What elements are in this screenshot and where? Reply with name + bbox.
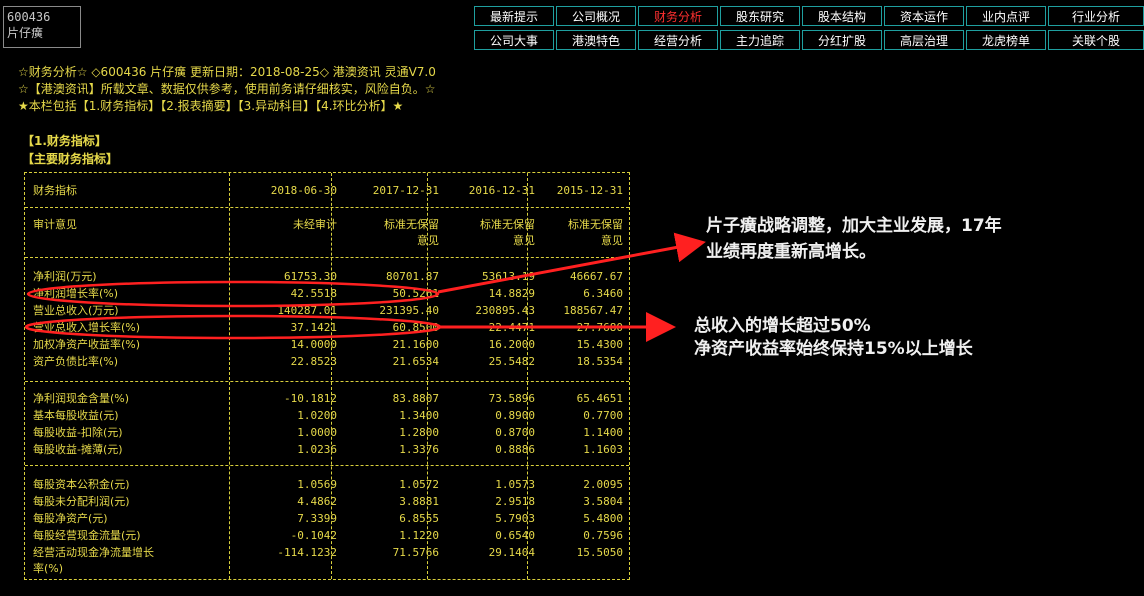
highlight-oval-revenue-growth xyxy=(24,314,442,340)
annotation-strategy-line-1: 片子癀战略调整，加大主业发展，17年 xyxy=(706,216,1002,236)
annotation-revenue-line-1: 总收入的增长超过50% xyxy=(694,316,871,336)
annotation-arrow-1 xyxy=(437,232,706,294)
highlight-oval-net-profit-growth xyxy=(26,280,440,308)
annotation-roe-line-2: 净资产收益率始终保持15%以上增长 xyxy=(694,339,973,359)
annotation-overlay xyxy=(24,232,706,342)
annotation-strategy-line-2: 业绩再度重新高增长。 xyxy=(706,242,876,262)
